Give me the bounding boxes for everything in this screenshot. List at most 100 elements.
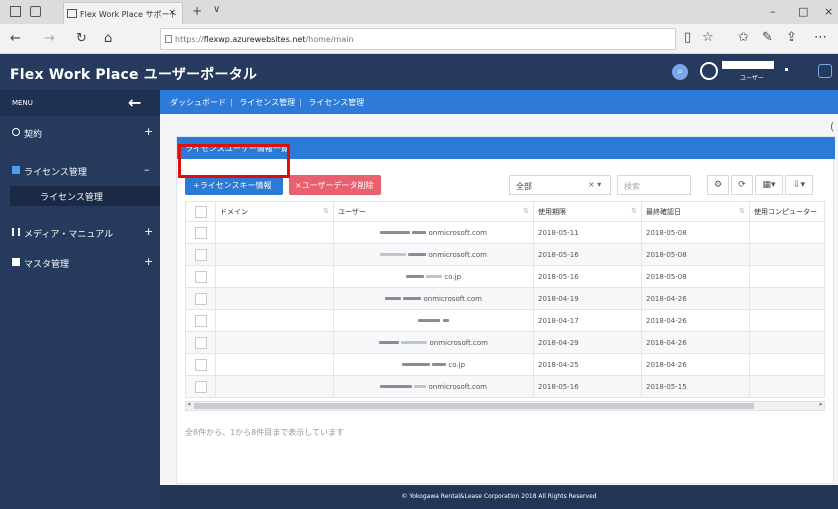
user-domain: co.jp [444, 272, 462, 281]
minimize-button[interactable]: – [770, 5, 776, 18]
sort-icon[interactable]: ⇅ [631, 207, 637, 215]
row-select-cell[interactable] [185, 287, 216, 310]
column-user[interactable]: ユーザー ⇅ [333, 201, 534, 222]
row-checkbox[interactable] [194, 314, 207, 327]
sort-icon[interactable]: ⇅ [323, 207, 329, 215]
sidebar-item-contract[interactable]: 契約 + [0, 120, 160, 146]
row-select-cell[interactable] [185, 375, 216, 398]
domain-cell [215, 331, 334, 354]
computer-cell [749, 309, 825, 332]
table-row[interactable]: co.jp 2018-05-16 2018-05-08 [185, 265, 825, 288]
pen-icon[interactable]: ✎ [762, 30, 773, 45]
breadcrumb-item[interactable]: ライセンス管理 [239, 98, 295, 107]
table-row[interactable]: onmicrosoft.com 2018-04-29 2018-04-26 [185, 331, 825, 354]
url-field[interactable]: https://flexwp.azurewebsites.net/home/ma… [160, 28, 676, 50]
maximize-button[interactable]: □ [798, 5, 808, 18]
more-icon[interactable]: ⋯ [814, 30, 827, 45]
menu-label: MENU [12, 99, 33, 107]
delete-user-data-button[interactable]: ×ユーザーデータ削除 [289, 175, 381, 195]
table-row[interactable]: onmicrosoft.com 2018-04-19 2018-04-26 [185, 287, 825, 310]
sidebar-subitem-license-management[interactable]: ライセンス管理 [10, 186, 160, 206]
home-icon[interactable]: ⌂ [104, 31, 112, 46]
table-row[interactable]: co.jp 2018-04-25 2018-04-26 [185, 353, 825, 376]
row-checkbox[interactable] [194, 336, 207, 349]
select-all-checkbox[interactable] [194, 205, 207, 218]
row-select-cell[interactable] [185, 353, 216, 376]
favorites-hub-icon[interactable]: ✩ [738, 30, 749, 45]
row-select-cell[interactable] [185, 221, 216, 244]
expiry-cell: 2018-05-16 [533, 243, 642, 266]
user-menu-icon[interactable] [785, 68, 788, 71]
row-checkbox[interactable] [194, 358, 207, 371]
tab-actions-icon[interactable] [10, 6, 21, 17]
scrollbar-thumb[interactable] [194, 403, 754, 409]
sidebar-item-media[interactable]: メディア・マニュアル + [0, 220, 160, 246]
page-icon [67, 9, 77, 18]
row-select-cell[interactable] [185, 243, 216, 266]
new-tab-icon[interactable]: + [192, 4, 202, 18]
redacted-text [385, 297, 401, 300]
license-key-button[interactable]: +ライセンスキー情報 [185, 175, 283, 195]
horizontal-scrollbar[interactable]: ◂ ▸ [185, 400, 825, 411]
table-row[interactable]: 2018-04-17 2018-04-26 [185, 309, 825, 332]
row-select-cell[interactable] [185, 265, 216, 288]
sort-icon[interactable]: ⇅ [739, 207, 745, 215]
app-title[interactable]: Flex Work Place ユーザーポータル [10, 64, 257, 84]
row-select-cell[interactable] [185, 309, 216, 332]
reading-view-icon[interactable]: ▯ [684, 30, 691, 45]
expand-icon: + [144, 255, 154, 268]
column-last-checked[interactable]: 最終確認日 ⇅ [641, 201, 750, 222]
user-avatar-icon[interactable] [700, 62, 718, 80]
user-role: ユーザー [740, 75, 764, 82]
table-row[interactable]: onmicrosoft.com 2018-05-16 2018-05-15 [185, 375, 825, 398]
share-icon[interactable]: ⇪ [786, 30, 797, 45]
collapse-arrow-icon[interactable]: ← [128, 93, 141, 112]
columns-icon[interactable]: ▦▾ [755, 175, 783, 195]
export-icon[interactable]: ⇩▾ [785, 175, 813, 195]
url-path: /home/main [305, 35, 354, 44]
user-domain: onmicrosoft.com [423, 294, 482, 303]
computer-cell [749, 331, 825, 354]
breadcrumb-item[interactable]: ダッシュボード [170, 98, 226, 107]
domain-cell [215, 265, 334, 288]
scroll-handle-icon[interactable]: ( [830, 120, 838, 140]
forward-arrow-icon[interactable]: → [44, 31, 55, 46]
scroll-left-icon[interactable]: ◂ [187, 400, 191, 408]
scroll-right-icon[interactable]: ▸ [819, 400, 823, 408]
table-row[interactable]: onmicrosoft.com 2018-05-11 2018-05-08 [185, 221, 825, 244]
row-checkbox[interactable] [194, 380, 207, 393]
search-icon[interactable]: ⌕ [672, 64, 688, 80]
browser-tab[interactable]: Flex Work Place サポート × [63, 2, 183, 24]
sidebar-item-license[interactable]: ライセンス管理 – [0, 158, 160, 184]
breadcrumb-item: ライセンス管理 [308, 98, 365, 107]
url-prefix: https:// [175, 35, 204, 44]
close-window-button[interactable]: × [824, 5, 833, 18]
search-input[interactable]: 検索 [617, 175, 691, 195]
column-computer[interactable]: 使用コンピューター [749, 201, 825, 222]
tab-close-icon[interactable]: × [168, 8, 176, 18]
sidebar-item-master[interactable]: マスタ管理 + [0, 250, 160, 276]
computer-cell [749, 287, 825, 310]
select-all-cell[interactable] [185, 201, 216, 222]
sort-icon[interactable]: ⇅ [523, 207, 529, 215]
back-tabs-icon[interactable] [30, 6, 41, 17]
filter-select[interactable]: 全部 × ▾ [509, 175, 611, 195]
logout-icon[interactable] [818, 64, 832, 78]
column-domain[interactable]: ドメイン ⇅ [215, 201, 334, 222]
computer-cell [749, 375, 825, 398]
column-expiry[interactable]: 使用期限 ⇅ [533, 201, 642, 222]
settings-icon[interactable]: ⚙ [707, 175, 729, 195]
refresh-table-icon[interactable]: ⟳ [731, 175, 753, 195]
refresh-icon[interactable]: ↻ [76, 31, 87, 46]
favorite-star-icon[interactable]: ☆ [702, 30, 714, 45]
tab-list-icon[interactable]: ∨ [213, 4, 220, 15]
row-checkbox[interactable] [194, 270, 207, 283]
user-cell: co.jp [333, 265, 534, 288]
row-checkbox[interactable] [194, 226, 207, 239]
row-checkbox[interactable] [194, 248, 207, 261]
row-checkbox[interactable] [194, 292, 207, 305]
table-row[interactable]: onmicrosoft.com 2018-05-16 2018-05-08 [185, 243, 825, 266]
filter-clear-icon[interactable]: × ▾ [588, 180, 601, 189]
row-select-cell[interactable] [185, 331, 216, 354]
back-arrow-icon[interactable]: ← [10, 31, 21, 46]
